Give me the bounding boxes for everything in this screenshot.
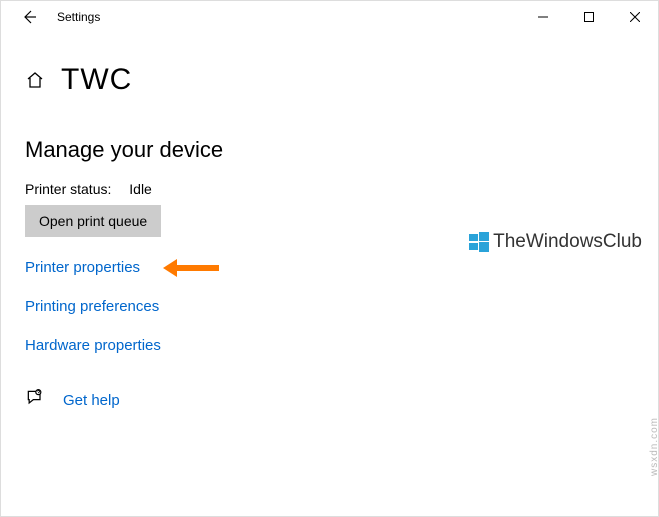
hardware-properties-link[interactable]: Hardware properties	[25, 337, 161, 354]
minimize-button[interactable]	[520, 1, 566, 33]
get-help-link[interactable]: Get help	[63, 392, 120, 409]
maximize-icon	[584, 12, 594, 22]
printing-preferences-link[interactable]: Printing preferences	[25, 298, 159, 315]
close-icon	[630, 12, 640, 22]
window-controls	[520, 1, 658, 33]
help-icon	[25, 388, 45, 413]
side-watermark: wsxdn.com	[649, 417, 659, 476]
minimize-icon	[538, 12, 548, 22]
page-header: TWC	[25, 63, 634, 97]
section-heading: Manage your device	[25, 137, 634, 163]
titlebar: Settings	[1, 1, 658, 33]
content-area: TWC Manage your device Printer status: I…	[1, 33, 658, 433]
printer-status-row: Printer status: Idle	[25, 181, 634, 197]
status-value: Idle	[129, 181, 152, 197]
back-arrow-icon	[21, 9, 37, 25]
home-icon[interactable]	[25, 70, 45, 90]
page-title: TWC	[61, 63, 132, 97]
maximize-button[interactable]	[566, 1, 612, 33]
close-button[interactable]	[612, 1, 658, 33]
status-label: Printer status:	[25, 181, 111, 197]
window-title: Settings	[57, 10, 100, 24]
open-print-queue-button[interactable]: Open print queue	[25, 205, 161, 237]
get-help-row: Get help	[25, 388, 634, 413]
back-button[interactable]	[9, 1, 49, 33]
printer-properties-link[interactable]: Printer properties	[25, 259, 140, 276]
